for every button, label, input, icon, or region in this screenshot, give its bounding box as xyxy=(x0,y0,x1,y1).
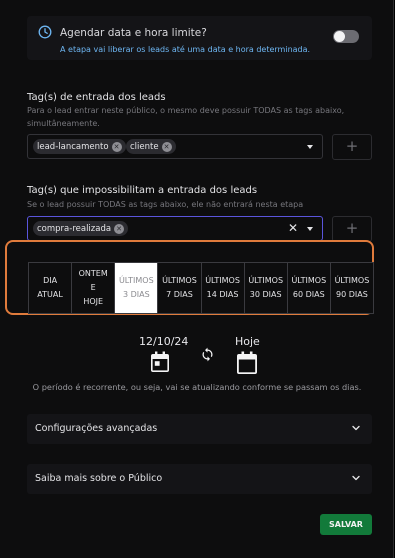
period-option-selected[interactable]: ÚLTIMOS 3 DIAS xyxy=(115,263,159,313)
tag-chip-label: lead-lancamento xyxy=(37,141,109,152)
tag-chip: lead-lancamento ✕ xyxy=(33,139,126,154)
end-date: Hoje xyxy=(235,335,260,348)
recurrence-note: O período é recorrente, ou seja, vai se … xyxy=(32,382,362,392)
period-option[interactable]: DIA ATUAL xyxy=(29,263,73,313)
tag-chip: compra-realizada ✕ xyxy=(33,221,129,236)
period-selector-highlight: DIA ATUAL ONTEM E HOJE ÚLTIMOS 3 DIAS ÚL… xyxy=(5,240,374,315)
save-button[interactable]: SALVAR xyxy=(320,514,372,535)
accordion-label: Configurações avançadas xyxy=(35,423,158,434)
schedule-deadline-panel: Agendar data e hora limite? A etapa vai … xyxy=(27,16,372,60)
blocking-tags-title: Tag(s) que impossibilitam a entrada dos … xyxy=(27,185,258,196)
clear-tags-icon[interactable]: ✕ xyxy=(288,221,298,235)
accordion-label: Saiba mais sobre o Público xyxy=(35,473,163,484)
tag-chip: cliente ✕ xyxy=(126,139,176,154)
advanced-settings-accordion[interactable]: Configurações avançadas xyxy=(27,414,372,444)
add-blocking-tag-button[interactable]: + xyxy=(332,216,372,242)
period-option[interactable]: ÚLTIMOS 60 DIAS xyxy=(288,263,331,313)
period-option[interactable]: ÚLTIMOS 14 DIAS xyxy=(202,263,245,313)
audience-modal: Agendar data e hora limite? A etapa vai … xyxy=(0,0,394,558)
entry-tags-select[interactable]: lead-lancamento ✕ cliente ✕ xyxy=(27,134,323,159)
remove-tag-icon[interactable]: ✕ xyxy=(114,223,125,234)
calendar-blank-icon[interactable] xyxy=(236,351,258,375)
tag-chip-label: compra-realizada xyxy=(37,223,112,234)
remove-tag-icon[interactable]: ✕ xyxy=(111,141,122,152)
period-option[interactable]: ÚLTIMOS 30 DIAS xyxy=(245,263,288,313)
blocking-tags-select[interactable]: compra-realizada ✕ ✕ xyxy=(27,216,323,241)
schedule-toggle[interactable] xyxy=(333,30,359,43)
chevron-down-icon[interactable] xyxy=(307,145,313,149)
remove-tag-icon[interactable]: ✕ xyxy=(161,141,172,152)
tag-chip-label: cliente xyxy=(130,141,159,152)
about-audience-accordion[interactable]: Saiba mais sobre o Público xyxy=(27,464,372,494)
chevron-down-icon xyxy=(352,425,360,431)
clock-icon xyxy=(38,25,52,39)
period-option[interactable]: ÚLTIMOS 90 DIAS xyxy=(331,263,373,313)
add-entry-tag-button[interactable]: + xyxy=(332,134,372,160)
calendar-icon[interactable] xyxy=(150,351,170,373)
schedule-description: A etapa vai liberar os leads até uma dat… xyxy=(60,45,311,54)
chevron-down-icon xyxy=(352,475,360,481)
entry-tags-description: Para o lead entrar neste público, o mesm… xyxy=(27,106,345,128)
entry-tags-title: Tag(s) de entrada dos leads xyxy=(27,92,166,103)
refresh-icon[interactable] xyxy=(200,347,215,362)
chevron-down-icon[interactable] xyxy=(307,227,313,231)
period-selector: DIA ATUAL ONTEM E HOJE ÚLTIMOS 3 DIAS ÚL… xyxy=(28,262,374,314)
period-option[interactable]: ONTEM E HOJE xyxy=(72,263,116,313)
period-option[interactable]: ÚLTIMOS 7 DIAS xyxy=(158,263,202,313)
start-date: 12/10/24 xyxy=(139,335,189,348)
schedule-title: Agendar data e hora limite? xyxy=(60,27,207,39)
blocking-tags-description: Se o lead possuir TODAS as tags abaixo, … xyxy=(27,200,304,209)
